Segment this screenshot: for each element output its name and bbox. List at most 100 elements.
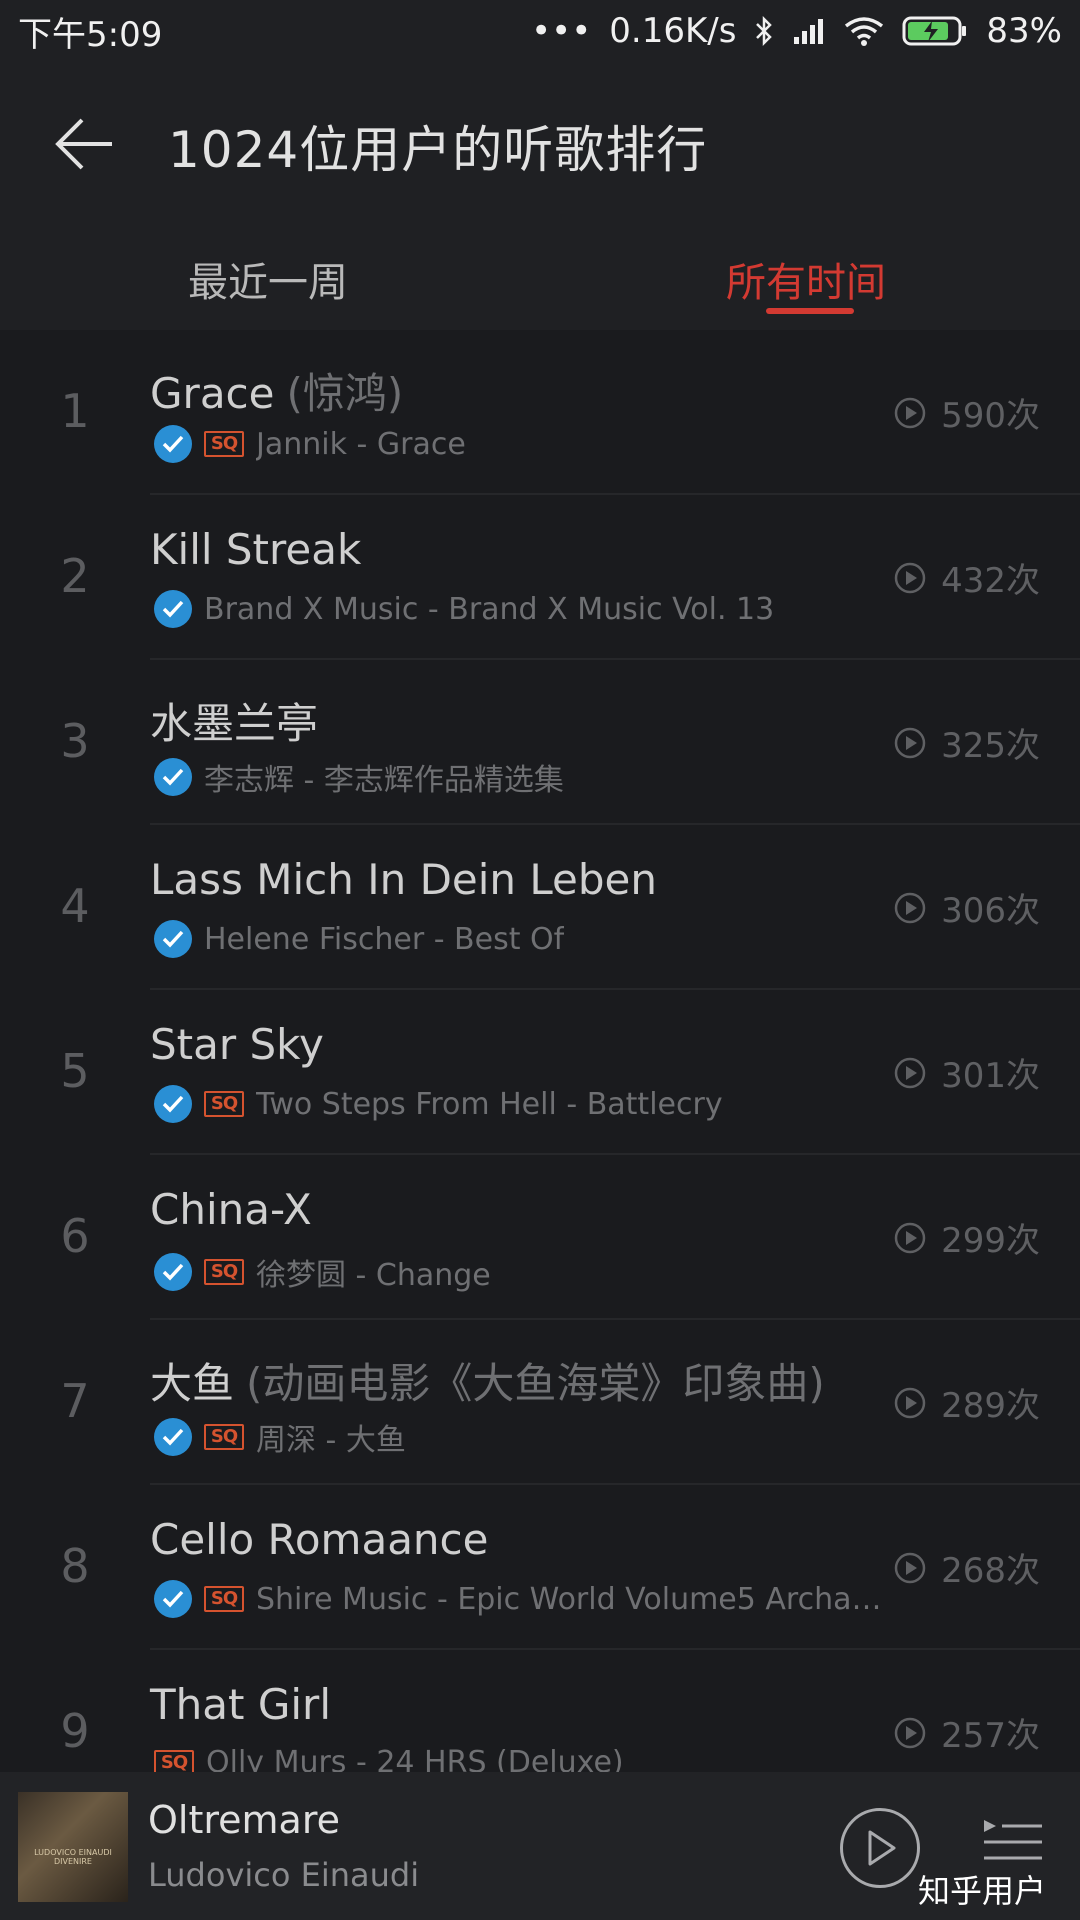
song-title: 水墨兰亭 — [150, 699, 319, 748]
tab-bar: 最近一周 所有时间 — [0, 232, 1080, 330]
playlist-button[interactable] — [980, 1818, 1046, 1862]
song-title: China-X — [150, 1185, 312, 1234]
song-artist-album: 李志辉 - 李志辉作品精选集 — [204, 763, 564, 798]
song-row[interactable]: 5 Star Sky SQ Two Steps From Hell - Battlec… — [0, 990, 1080, 1155]
tab-all-time[interactable]: 所有时间 — [726, 250, 886, 308]
song-title: Kill Streak — [150, 525, 362, 574]
mini-player[interactable]: LUDOVICO EINAUDI DIVENIRE Oltremare Ludo… — [0, 1772, 1080, 1920]
tab-recent-week[interactable]: 最近一周 — [188, 250, 348, 308]
play-count-icon — [894, 892, 926, 923]
song-artist-album: Helene Fischer - Best Of — [204, 921, 565, 957]
song-artist-album: Olly Murs - 24 HRS (Deluxe) — [206, 1745, 624, 1772]
play-count: 306次 — [893, 883, 1040, 932]
play-button[interactable] — [840, 1808, 920, 1888]
sq-quality-badge: SQ — [204, 1091, 244, 1117]
play-count-value: 325次 — [941, 726, 1040, 766]
song-rank: 3 — [60, 714, 90, 768]
song-meta: SQ Shire Music - Epic World Volume5 Archa… — [154, 1580, 884, 1618]
song-title-line: 大鱼 (动画电影《大鱼海棠》印象曲) — [150, 1350, 825, 1411]
song-rank: 9 — [60, 1704, 90, 1758]
verified-check-icon — [154, 1580, 192, 1618]
song-row[interactable]: 9 That Girl SQ Olly Murs - 24 HRS (Deluxe) 2… — [0, 1650, 1080, 1772]
song-title-line: Cello Romaance — [150, 1515, 488, 1564]
song-meta: SQ 徐梦圆 - Change — [154, 1250, 491, 1294]
sq-quality-badge: SQ — [204, 1259, 244, 1285]
verified-check-icon — [154, 1085, 192, 1123]
song-artist-album: 徐梦圆 - Change — [256, 1258, 491, 1293]
verified-check-icon — [154, 920, 192, 958]
network-speed: 0.16K/s — [609, 11, 737, 51]
play-count-value: 590次 — [941, 396, 1040, 436]
song-meta: SQ Jannik - Grace — [154, 425, 466, 463]
sq-quality-badge: SQ — [154, 1749, 194, 1772]
song-rank: 5 — [60, 1044, 90, 1098]
play-count-value: 257次 — [941, 1716, 1040, 1756]
song-title-line: Kill Streak — [150, 525, 361, 574]
song-rank: 2 — [60, 549, 90, 603]
tab-active-indicator — [766, 308, 854, 314]
song-rank: 1 — [60, 384, 90, 438]
song-title-line: 水墨兰亭 — [150, 690, 318, 751]
play-count: 325次 — [893, 718, 1040, 767]
play-count-value: 301次 — [941, 1056, 1040, 1096]
song-meta: 李志辉 - 李志辉作品精选集 — [154, 755, 564, 799]
song-title-line: That Girl — [150, 1680, 331, 1729]
song-list[interactable]: 1 Grace (惊鸿) SQ Jannik - Grace 590次 2 Kill Stre… — [0, 330, 1080, 1772]
song-row[interactable]: 3 水墨兰亭李志辉 - 李志辉作品精选集 325次 — [0, 660, 1080, 825]
play-count-value: 289次 — [941, 1386, 1040, 1426]
song-rank: 8 — [60, 1539, 90, 1593]
song-rank: 7 — [60, 1374, 90, 1428]
play-count-icon — [894, 1057, 926, 1088]
sq-quality-badge: SQ — [204, 1586, 244, 1612]
watermark: 知乎用户 — [918, 1872, 1047, 1910]
song-title: 大鱼 — [150, 1359, 235, 1408]
song-artist-album: Brand X Music - Brand X Music Vol. 13 — [204, 591, 775, 627]
song-title-line: Lass Mich In Dein Leben — [150, 855, 657, 904]
sq-quality-badge: SQ — [204, 431, 244, 457]
song-row[interactable]: 7 大鱼 (动画电影《大鱼海棠》印象曲) SQ 周深 - 大鱼 289次 — [0, 1320, 1080, 1485]
play-count-value: 306次 — [941, 891, 1040, 931]
play-count-icon — [894, 1552, 926, 1583]
battery-percent: 83% — [986, 11, 1062, 51]
song-alias: (动画电影《大鱼海棠》印象曲) — [246, 1359, 825, 1408]
status-dots: ••• — [531, 11, 592, 51]
song-row[interactable]: 2 Kill Streak Brand X Music - Brand X Musi… — [0, 495, 1080, 660]
play-count: 257次 — [893, 1708, 1040, 1757]
song-title: Cello Romaance — [150, 1515, 489, 1564]
song-row[interactable]: 4 Lass Mich In Dein Leben Helene Fischer -… — [0, 825, 1080, 990]
sq-quality-badge: SQ — [204, 1424, 244, 1450]
status-right: ••• 0.16K/s 83% — [531, 11, 1062, 51]
album-cover[interactable]: LUDOVICO EINAUDI DIVENIRE — [18, 1792, 128, 1902]
play-count-icon — [894, 1717, 926, 1748]
song-artist-album: Jannik - Grace — [256, 426, 466, 462]
play-count-value: 432次 — [941, 561, 1040, 601]
page-title: 1024位用户的听歌排行 — [168, 121, 708, 179]
song-alias: (惊鸿) — [286, 369, 404, 418]
play-count: 432次 — [893, 553, 1040, 602]
song-artist-album: Two Steps From Hell - Battlecry — [256, 1086, 723, 1122]
play-icon — [868, 1830, 896, 1866]
play-count-icon — [894, 1222, 926, 1253]
verified-check-icon — [154, 1418, 192, 1456]
song-artist-album: Shire Music - Epic World Volume5 Archan.… — [256, 1581, 884, 1617]
song-row[interactable]: 6 China-X SQ 徐梦圆 - Change 299次 — [0, 1155, 1080, 1320]
song-row[interactable]: 8 Cello Romaance SQ Shire Music - Epic Worl… — [0, 1485, 1080, 1650]
player-artist: Ludovico Einaudi — [148, 1856, 420, 1894]
back-button[interactable] — [44, 104, 124, 184]
play-count-icon — [894, 727, 926, 758]
song-title: Star Sky — [150, 1020, 324, 1069]
song-title: Lass Mich In Dein Leben — [150, 855, 658, 904]
play-count: 299次 — [893, 1213, 1040, 1262]
bluetooth-icon — [754, 15, 774, 47]
play-count-icon — [894, 397, 926, 428]
playlist-icon — [984, 1820, 1042, 1860]
song-rank: 6 — [60, 1209, 90, 1263]
song-meta: SQ 周深 - 大鱼 — [154, 1415, 406, 1459]
player-song-title: Oltremare — [148, 1798, 341, 1842]
battery-icon — [902, 15, 968, 47]
song-row[interactable]: 1 Grace (惊鸿) SQ Jannik - Grace 590次 — [0, 330, 1080, 495]
song-rank: 4 — [60, 879, 90, 933]
song-artist-album: 周深 - 大鱼 — [256, 1423, 406, 1458]
play-count-icon — [894, 562, 926, 593]
play-count: 590次 — [893, 388, 1040, 437]
